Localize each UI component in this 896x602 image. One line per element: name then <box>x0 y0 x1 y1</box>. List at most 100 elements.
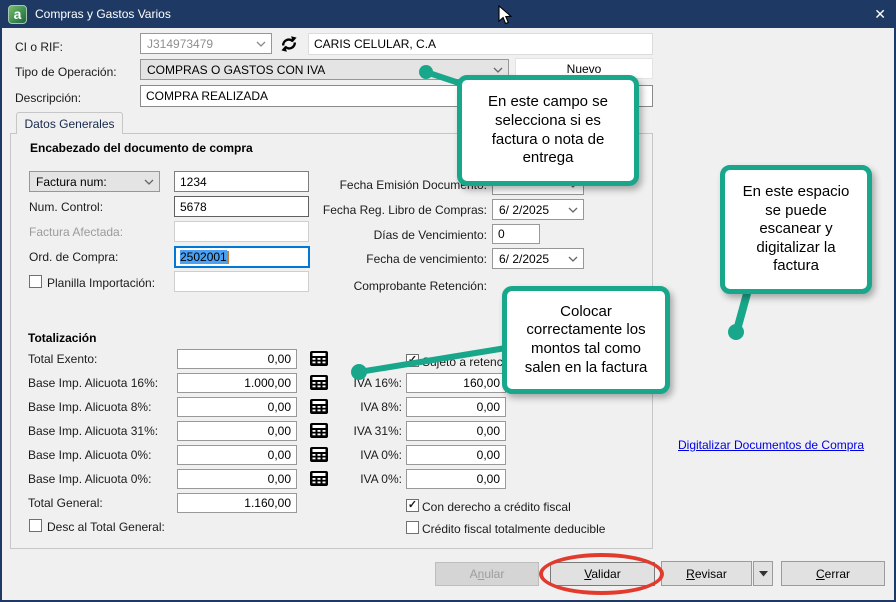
cerrar-button[interactable]: Cerrar <box>781 561 885 586</box>
sujeto-retencion-checkbox[interactable]: ✓ <box>406 354 419 367</box>
base-8-label: Base Imp. Alicuota 8%: <box>28 400 151 414</box>
fecha-reg-label: Fecha Reg. Libro de Compras: <box>302 203 487 217</box>
num-control-field[interactable]: 5678 <box>174 196 309 217</box>
iva-0b-value: 0,00 <box>477 472 500 486</box>
total-exento-field[interactable]: 0,00 <box>177 349 297 369</box>
dias-vencimiento-field[interactable]: 0 <box>492 224 540 244</box>
base-31-value: 0,00 <box>268 424 291 438</box>
desc-total-checkbox[interactable] <box>29 519 42 532</box>
total-exento-label: Total Exento: <box>28 352 97 366</box>
calculator-button[interactable] <box>310 471 328 486</box>
encabezado-section-title: Encabezado del documento de compra <box>30 141 253 155</box>
callout-text: En este espacio se puede escanear y digi… <box>734 183 858 276</box>
calculator-button[interactable] <box>310 375 328 390</box>
base-0b-value: 0,00 <box>268 472 291 486</box>
chevron-down-icon <box>568 207 578 213</box>
refresh-icon <box>279 35 299 53</box>
ord-compra-label: Ord. de Compra: <box>29 250 118 264</box>
base-31-label: Base Imp. Alicuota 31%: <box>28 424 158 438</box>
base-0a-field[interactable]: 0,00 <box>177 445 297 465</box>
tipo-operacion-combo[interactable]: COMPRAS O GASTOS CON IVA <box>140 59 509 80</box>
num-control-label: Num. Control: <box>29 200 103 214</box>
base-0b-field[interactable]: 0,00 <box>177 469 297 489</box>
fecha-vencimiento-label: Fecha de vencimiento: <box>302 252 487 266</box>
callout-escanear: En este espacio se puede escanear y digi… <box>720 165 872 294</box>
calculator-button[interactable] <box>310 351 328 366</box>
dias-vencimiento-value: 0 <box>498 227 505 241</box>
base-0a-label: Base Imp. Alicuota 0%: <box>28 448 151 462</box>
credito-deducible-label: Crédito fiscal totalmente deducible <box>422 522 605 536</box>
base-8-field[interactable]: 0,00 <box>177 397 297 417</box>
total-general-label: Total General: <box>28 496 103 510</box>
base-16-field[interactable]: 1.000,00 <box>177 373 297 393</box>
factura-num-combo[interactable]: Factura num: <box>29 171 160 192</box>
iva-8-label: IVA 8%: <box>332 400 402 414</box>
anular-button-label: Anular <box>470 567 505 581</box>
total-general-field[interactable]: 1.160,00 <box>177 493 297 513</box>
iva-8-field[interactable]: 0,00 <box>406 397 506 417</box>
descripcion-value: COMPRA REALIZADA <box>146 89 268 103</box>
planilla-field[interactable] <box>174 271 309 292</box>
total-general-value: 1.160,00 <box>244 496 291 510</box>
factura-afectada-field <box>174 221 309 242</box>
calculator-button[interactable] <box>310 399 328 414</box>
base-16-value: 1.000,00 <box>244 376 291 390</box>
iva-0b-field[interactable]: 0,00 <box>406 469 506 489</box>
credito-fiscal-label: Con derecho a crédito fiscal <box>422 500 571 514</box>
iva-8-value: 0,00 <box>477 400 500 414</box>
comprobante-retencion-label: Comprobante Retención: <box>302 279 487 293</box>
iva-31-field[interactable]: 0,00 <box>406 421 506 441</box>
cerrar-button-label: Cerrar <box>816 567 850 581</box>
calculator-button[interactable] <box>310 447 328 462</box>
ci-rif-value: J314973479 <box>147 37 213 51</box>
factura-num-field[interactable]: 1234 <box>174 171 309 192</box>
dias-vencimiento-label: Días de Vencimiento: <box>302 228 487 242</box>
chevron-down-icon <box>493 67 503 73</box>
factura-afectada-label: Factura Afectada: <box>29 225 123 239</box>
iva-0a-value: 0,00 <box>477 448 500 462</box>
fecha-vencimiento-field[interactable]: 6/ 2/2025 <box>492 248 584 269</box>
window-title: Compras y Gastos Varios <box>35 7 171 21</box>
factura-num-value: 1234 <box>180 175 207 189</box>
credito-deducible-checkbox[interactable] <box>406 521 419 534</box>
iva-0a-field[interactable]: 0,00 <box>406 445 506 465</box>
close-icon: ✕ <box>874 6 886 23</box>
credito-fiscal-checkbox[interactable]: ✓ <box>406 499 419 512</box>
ci-rif-combo[interactable]: J314973479 <box>140 33 272 54</box>
base-0b-label: Base Imp. Alicuota 0%: <box>28 472 151 486</box>
fecha-vencimiento-value: 6/ 2/2025 <box>499 252 549 266</box>
fecha-reg-field[interactable]: 6/ 2/2025 <box>492 199 584 220</box>
base-0a-value: 0,00 <box>268 448 291 462</box>
revisar-button[interactable]: Revisar <box>661 561 752 586</box>
digitalizar-link[interactable]: Digitalizar Documentos de Compra <box>678 438 864 452</box>
chevron-down-icon <box>144 179 154 185</box>
planilla-label: Planilla Importación: <box>47 276 155 290</box>
supplier-name-field[interactable]: CARIS CELULAR, C.A <box>308 33 653 55</box>
text-caret <box>227 251 229 264</box>
refresh-button[interactable] <box>279 35 299 53</box>
dropdown-arrow-icon <box>759 571 768 577</box>
close-button[interactable]: ✕ <box>874 0 886 28</box>
iva-31-label: IVA 31%: <box>332 424 402 438</box>
iva-16-field[interactable]: 160,00 <box>406 373 506 393</box>
app-icon: a <box>8 5 27 24</box>
base-8-value: 0,00 <box>268 400 291 414</box>
base-16-label: Base Imp. Alicuota 16%: <box>28 376 158 390</box>
check-icon: ✓ <box>408 499 417 511</box>
base-31-field[interactable]: 0,00 <box>177 421 297 441</box>
totalizacion-section-title: Totalización <box>28 331 96 345</box>
tab-datos-generales[interactable]: Datos Generales <box>16 112 123 134</box>
ord-compra-field[interactable]: 2502001 <box>174 246 310 268</box>
iva-0b-label: IVA 0%: <box>332 472 402 486</box>
dialog-compras-gastos: a Compras y Gastos Varios ✕ CI o RIF: J3… <box>0 0 896 602</box>
callout-text: En este campo se selecciona si es factur… <box>471 93 625 167</box>
iva-31-value: 0,00 <box>477 424 500 438</box>
revisar-dropdown-button[interactable] <box>753 561 773 586</box>
calculator-button[interactable] <box>310 423 328 438</box>
total-exento-value: 0,00 <box>268 352 291 366</box>
check-icon: ✓ <box>408 354 417 366</box>
red-highlight-ellipse <box>539 553 664 595</box>
planilla-checkbox[interactable] <box>29 275 42 288</box>
descripcion-label: Descripción: <box>15 91 81 105</box>
fecha-reg-value: 6/ 2/2025 <box>499 203 549 217</box>
